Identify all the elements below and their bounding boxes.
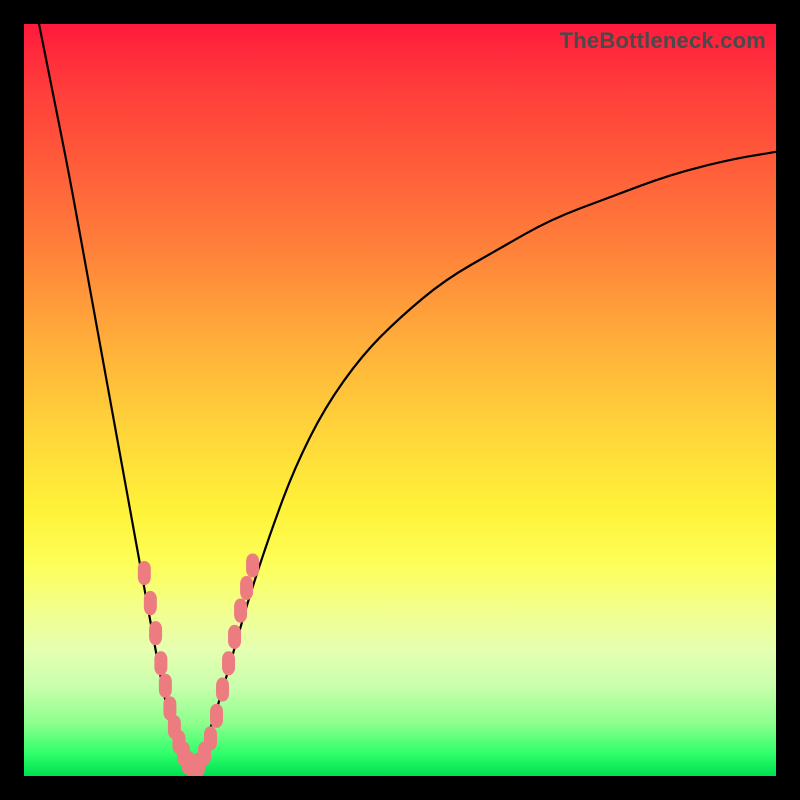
curve-right-branch (189, 152, 776, 776)
data-marker (234, 599, 247, 623)
data-marker (149, 621, 162, 645)
data-marker (138, 561, 151, 585)
data-marker (240, 576, 253, 600)
data-marker (210, 704, 223, 728)
data-marker (204, 726, 217, 750)
data-marker (216, 678, 229, 702)
chart-frame: TheBottleneck.com (0, 0, 800, 800)
plot-area: TheBottleneck.com (24, 24, 776, 776)
data-marker (246, 553, 259, 577)
data-marker (159, 674, 172, 698)
data-marker (154, 651, 167, 675)
data-marker (144, 591, 157, 615)
data-marker (228, 625, 241, 649)
chart-svg (24, 24, 776, 776)
marker-group (138, 553, 259, 776)
data-marker (222, 651, 235, 675)
